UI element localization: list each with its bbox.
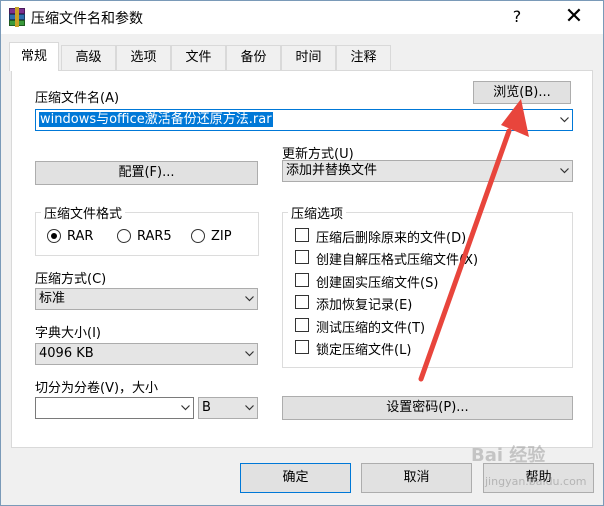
checkbox-create-sfx-label[interactable]: 创建自解压格式压缩文件(X) bbox=[316, 249, 478, 268]
radio-zip-label[interactable]: ZIP bbox=[211, 229, 232, 244]
checkbox-test-archive-label[interactable]: 测试压缩的文件(T) bbox=[316, 317, 425, 336]
compression-method-value: 标准 bbox=[39, 291, 66, 306]
chevron-down-icon[interactable] bbox=[245, 405, 254, 413]
update-mode-select[interactable]: 添加并替换文件 bbox=[282, 160, 573, 182]
watermark-subtext: jingyan.baidu.com bbox=[485, 475, 587, 488]
tab-files[interactable]: 文件 bbox=[171, 45, 226, 70]
chevron-down-icon[interactable] bbox=[245, 351, 254, 359]
chevron-down-icon[interactable] bbox=[560, 168, 569, 176]
split-unit-select[interactable]: B bbox=[198, 397, 258, 419]
close-icon[interactable]: ✕ bbox=[557, 4, 591, 30]
checkbox-solid[interactable] bbox=[295, 273, 309, 287]
compression-method-select[interactable]: 标准 bbox=[35, 288, 258, 310]
checkbox-recovery-record[interactable] bbox=[295, 295, 309, 309]
help-question-icon[interactable]: ? bbox=[505, 6, 529, 28]
set-password-button[interactable]: 设置密码(P)... bbox=[282, 396, 573, 420]
radio-rar-label[interactable]: RAR bbox=[67, 229, 93, 244]
archive-name-value: windows与office激活备份还原方法.rar bbox=[39, 112, 273, 127]
checkbox-solid-label[interactable]: 创建固实压缩文件(S) bbox=[316, 272, 438, 291]
checkbox-delete-after[interactable] bbox=[295, 228, 309, 242]
tab-comment[interactable]: 注释 bbox=[336, 45, 391, 70]
archive-name-label: 压缩文件名(A) bbox=[35, 91, 120, 106]
tab-backup[interactable]: 备份 bbox=[226, 45, 281, 70]
split-size-input[interactable] bbox=[35, 397, 194, 419]
checkbox-delete-after-label[interactable]: 压缩后删除原来的文件(D) bbox=[316, 227, 466, 246]
split-volumes-label: 切分为分卷(V)，大小 bbox=[35, 381, 159, 396]
chevron-down-icon[interactable] bbox=[181, 405, 190, 413]
window-title: 压缩文件名和参数 bbox=[31, 11, 143, 27]
tab-advanced[interactable]: 高级 bbox=[61, 45, 116, 70]
tab-options[interactable]: 选项 bbox=[116, 45, 171, 70]
archive-name-input[interactable]: windows与office激活备份还原方法.rar bbox=[35, 109, 573, 131]
checkbox-recovery-record-label[interactable]: 添加恢复记录(E) bbox=[316, 294, 412, 313]
checkbox-test-archive[interactable] bbox=[295, 318, 309, 332]
checkbox-lock-archive-label[interactable]: 锁定压缩文件(L) bbox=[316, 339, 411, 358]
radio-rar5-label[interactable]: RAR5 bbox=[137, 229, 172, 244]
radio-rar[interactable] bbox=[47, 229, 61, 243]
chevron-down-icon[interactable] bbox=[245, 296, 254, 304]
title-bar: 压缩文件名和参数 ? ✕ bbox=[1, 1, 603, 34]
archiving-options-title: 压缩选项 bbox=[288, 203, 347, 222]
compression-method-label: 压缩方式(C) bbox=[35, 272, 107, 287]
split-unit-value: B bbox=[202, 400, 211, 415]
profiles-button[interactable]: 配置(F)... bbox=[35, 161, 258, 185]
tab-time[interactable]: 时间 bbox=[281, 45, 336, 70]
archive-format-title: 压缩文件格式 bbox=[41, 203, 126, 222]
dictionary-size-label: 字典大小(I) bbox=[35, 326, 101, 341]
watermark-text: Bai 经验 bbox=[471, 445, 546, 466]
winrar-app-icon bbox=[7, 7, 27, 27]
baidu-watermark: Bai 经验 jingyan.baidu.com bbox=[471, 441, 601, 501]
ok-button[interactable]: 确定 bbox=[240, 463, 351, 493]
dictionary-size-value: 4096 KB bbox=[39, 346, 94, 361]
chevron-down-icon[interactable] bbox=[560, 117, 569, 125]
radio-zip[interactable] bbox=[191, 229, 205, 243]
tab-general[interactable]: 常规 bbox=[9, 42, 59, 71]
checkbox-create-sfx[interactable] bbox=[295, 250, 309, 264]
radio-rar5[interactable] bbox=[117, 229, 131, 243]
cancel-button[interactable]: 取消 bbox=[361, 463, 472, 493]
dialog-window: 压缩文件名和参数 ? ✕ 常规 高级 选项 文件 备份 时间 注释 压缩文件名(… bbox=[0, 0, 604, 506]
update-mode-value: 添加并替换文件 bbox=[286, 163, 378, 178]
dictionary-size-select[interactable]: 4096 KB bbox=[35, 343, 258, 365]
browse-button[interactable]: 浏览(B)... bbox=[473, 81, 571, 104]
checkbox-lock-archive[interactable] bbox=[295, 340, 309, 354]
